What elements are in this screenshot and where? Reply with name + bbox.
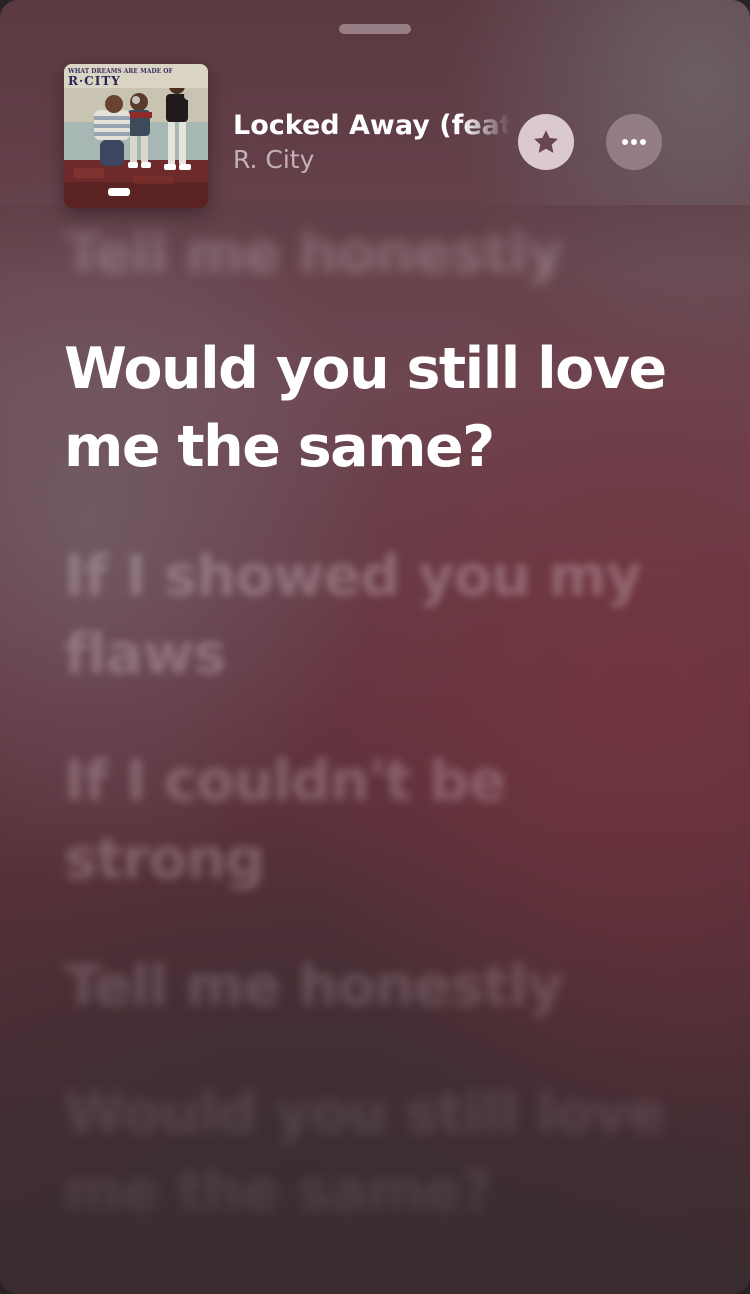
lyric-line-upcoming[interactable]: If I showed you my flaws	[64, 538, 704, 694]
album-artwork[interactable]: WHAT DREAMS ARE MADE OF R·CITY	[64, 64, 208, 208]
ellipsis-icon	[622, 139, 646, 145]
more-options-button[interactable]	[606, 114, 662, 170]
lyrics-screen: Tell me honestly Would you still love me…	[0, 0, 750, 1294]
star-icon	[534, 130, 558, 153]
sheet-grabber[interactable]	[339, 24, 411, 34]
lyric-line-upcoming[interactable]: If I couldn't be strong	[64, 743, 704, 899]
svg-text:R·CITY: R·CITY	[68, 74, 121, 88]
track-title[interactable]: Locked Away (feat. Adam Levine)	[233, 110, 511, 146]
track-artist[interactable]: R. City	[233, 145, 314, 174]
lyric-line-previous[interactable]: Tell me honestly	[64, 214, 704, 292]
lyric-line-upcoming[interactable]: Would you still love me the same?	[64, 1075, 704, 1231]
lyric-line-current[interactable]: Would you still love me the same?	[64, 330, 704, 486]
lyric-line-upcoming[interactable]: Tell me honestly	[64, 948, 704, 1026]
favorite-button[interactable]	[518, 114, 574, 170]
album-artwork-image: WHAT DREAMS ARE MADE OF R·CITY	[64, 64, 208, 208]
